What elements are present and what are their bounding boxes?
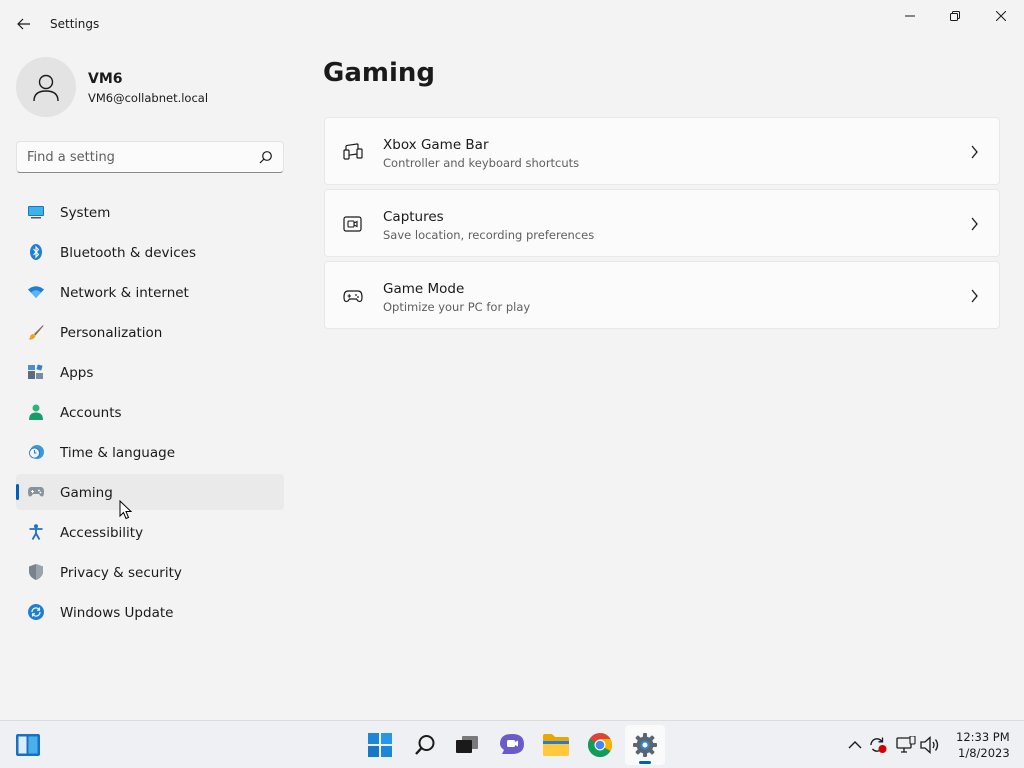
running-indicator	[639, 761, 651, 764]
sync-tray-button[interactable]	[868, 735, 888, 755]
chrome-icon	[588, 733, 612, 757]
sidebar-item-label: Accessibility	[60, 525, 144, 541]
wifi-icon	[28, 284, 44, 300]
brush-icon	[28, 324, 44, 340]
search-icon[interactable]	[259, 150, 273, 164]
volume-tray-button[interactable]	[920, 735, 940, 755]
minimize-button[interactable]	[887, 0, 933, 32]
window-title: Settings	[50, 17, 100, 31]
chevron-up-icon	[848, 741, 862, 749]
clock-date[interactable]: 1/8/2023	[958, 746, 1010, 760]
task-view-button[interactable]	[447, 725, 487, 765]
sidebar-item-privacy[interactable]: Privacy & security	[16, 554, 284, 590]
sidebar-item-accessibility[interactable]: Accessibility	[16, 514, 284, 550]
game-bar-icon	[343, 143, 363, 160]
close-button[interactable]	[978, 0, 1024, 32]
sidebar-item-network[interactable]: Network & internet	[16, 274, 284, 310]
accessibility-icon	[28, 524, 44, 540]
sidebar-item-label: System	[60, 205, 111, 221]
start-icon	[368, 733, 392, 757]
sidebar-item-system[interactable]: System	[16, 194, 284, 230]
chevron-right-icon	[971, 145, 978, 159]
gamepad-icon	[28, 484, 44, 500]
search-icon	[415, 735, 435, 755]
apps-icon	[28, 364, 44, 380]
settings-cards: Xbox Game Bar Controller and keyboard sh…	[324, 117, 1000, 333]
search-input[interactable]	[17, 142, 253, 172]
chevron-right-icon	[971, 217, 978, 231]
settings-app-button[interactable]	[625, 725, 665, 765]
system-icon	[28, 204, 44, 220]
chevron-right-icon	[971, 289, 978, 303]
sync-error-icon	[870, 737, 887, 753]
sidebar-item-accounts[interactable]: Accounts	[16, 394, 284, 430]
sidebar-item-personalization[interactable]: Personalization	[16, 314, 284, 350]
chrome-button[interactable]	[580, 725, 620, 765]
card-description: Controller and keyboard shortcuts	[383, 156, 580, 170]
avatar[interactable]	[16, 57, 76, 117]
widgets-icon	[16, 734, 40, 756]
sidebar-item-label: Accounts	[60, 405, 122, 421]
person-avatar-icon	[33, 74, 59, 102]
chat-button[interactable]	[492, 725, 532, 765]
file-explorer-icon	[543, 734, 569, 756]
sidebar-item-label: Gaming	[60, 485, 113, 501]
sidebar-item-label: Apps	[60, 365, 94, 381]
card-description: Optimize your PC for play	[383, 300, 531, 314]
card-title: Xbox Game Bar	[383, 137, 489, 153]
restore-icon	[950, 11, 960, 21]
card-description: Save location, recording preferences	[383, 228, 595, 242]
clock-time[interactable]: 12:33 PM	[956, 730, 1010, 744]
volume-icon	[920, 736, 939, 754]
card-captures[interactable]: Captures Save location, recording prefer…	[324, 189, 1000, 257]
sidebar-item-apps[interactable]: Apps	[16, 354, 284, 390]
sidebar-nav: System Bluetooth & devices Network & int…	[16, 194, 284, 634]
start-button[interactable]	[360, 725, 400, 765]
shield-icon	[28, 564, 44, 580]
sidebar-item-label: Privacy & security	[60, 565, 182, 581]
user-name: VM6	[88, 71, 123, 87]
taskbar-search-button[interactable]	[405, 725, 445, 765]
sidebar-item-label: Windows Update	[60, 605, 174, 621]
back-button[interactable]	[8, 8, 40, 40]
title-bar: Settings	[0, 0, 1024, 48]
sidebar-item-label: Time & language	[60, 445, 176, 461]
card-game-mode[interactable]: Game Mode Optimize your PC for play	[324, 261, 1000, 329]
sidebar-item-gaming[interactable]: Gaming	[16, 474, 284, 510]
sidebar-item-label: Network & internet	[60, 285, 189, 301]
update-icon	[28, 604, 44, 620]
file-explorer-button[interactable]	[536, 725, 576, 765]
restore-button[interactable]	[932, 0, 978, 32]
close-icon	[996, 11, 1006, 21]
task-view-icon	[456, 736, 478, 753]
bluetooth-icon	[28, 244, 44, 260]
sidebar-item-label: Personalization	[60, 325, 163, 341]
page-title: Gaming	[323, 58, 436, 88]
card-title: Game Mode	[383, 281, 465, 297]
network-tray-button[interactable]	[896, 735, 916, 755]
sidebar-item-bluetooth[interactable]: Bluetooth & devices	[16, 234, 284, 270]
network-monitor-icon	[896, 736, 916, 753]
game-mode-icon	[343, 290, 363, 303]
chat-icon	[500, 734, 524, 754]
clock-globe-icon	[28, 444, 44, 460]
person-icon	[28, 404, 44, 420]
capture-icon	[343, 216, 362, 232]
settings-gear-icon	[633, 733, 657, 757]
search-box	[16, 141, 284, 173]
card-xbox-game-bar[interactable]: Xbox Game Bar Controller and keyboard sh…	[324, 117, 1000, 185]
mouse-cursor-icon	[119, 500, 133, 520]
user-email: VM6@collabnet.local	[88, 91, 209, 105]
card-title: Captures	[383, 209, 444, 225]
back-arrow-icon	[17, 18, 30, 30]
widgets-button[interactable]	[8, 725, 48, 765]
minimize-icon	[905, 15, 915, 17]
show-hidden-icons-button[interactable]	[845, 735, 865, 755]
taskbar	[0, 720, 1024, 768]
sidebar-item-windows-update[interactable]: Windows Update	[16, 594, 284, 630]
sidebar-item-time-language[interactable]: Time & language	[16, 434, 284, 470]
sidebar-item-label: Bluetooth & devices	[60, 245, 197, 261]
